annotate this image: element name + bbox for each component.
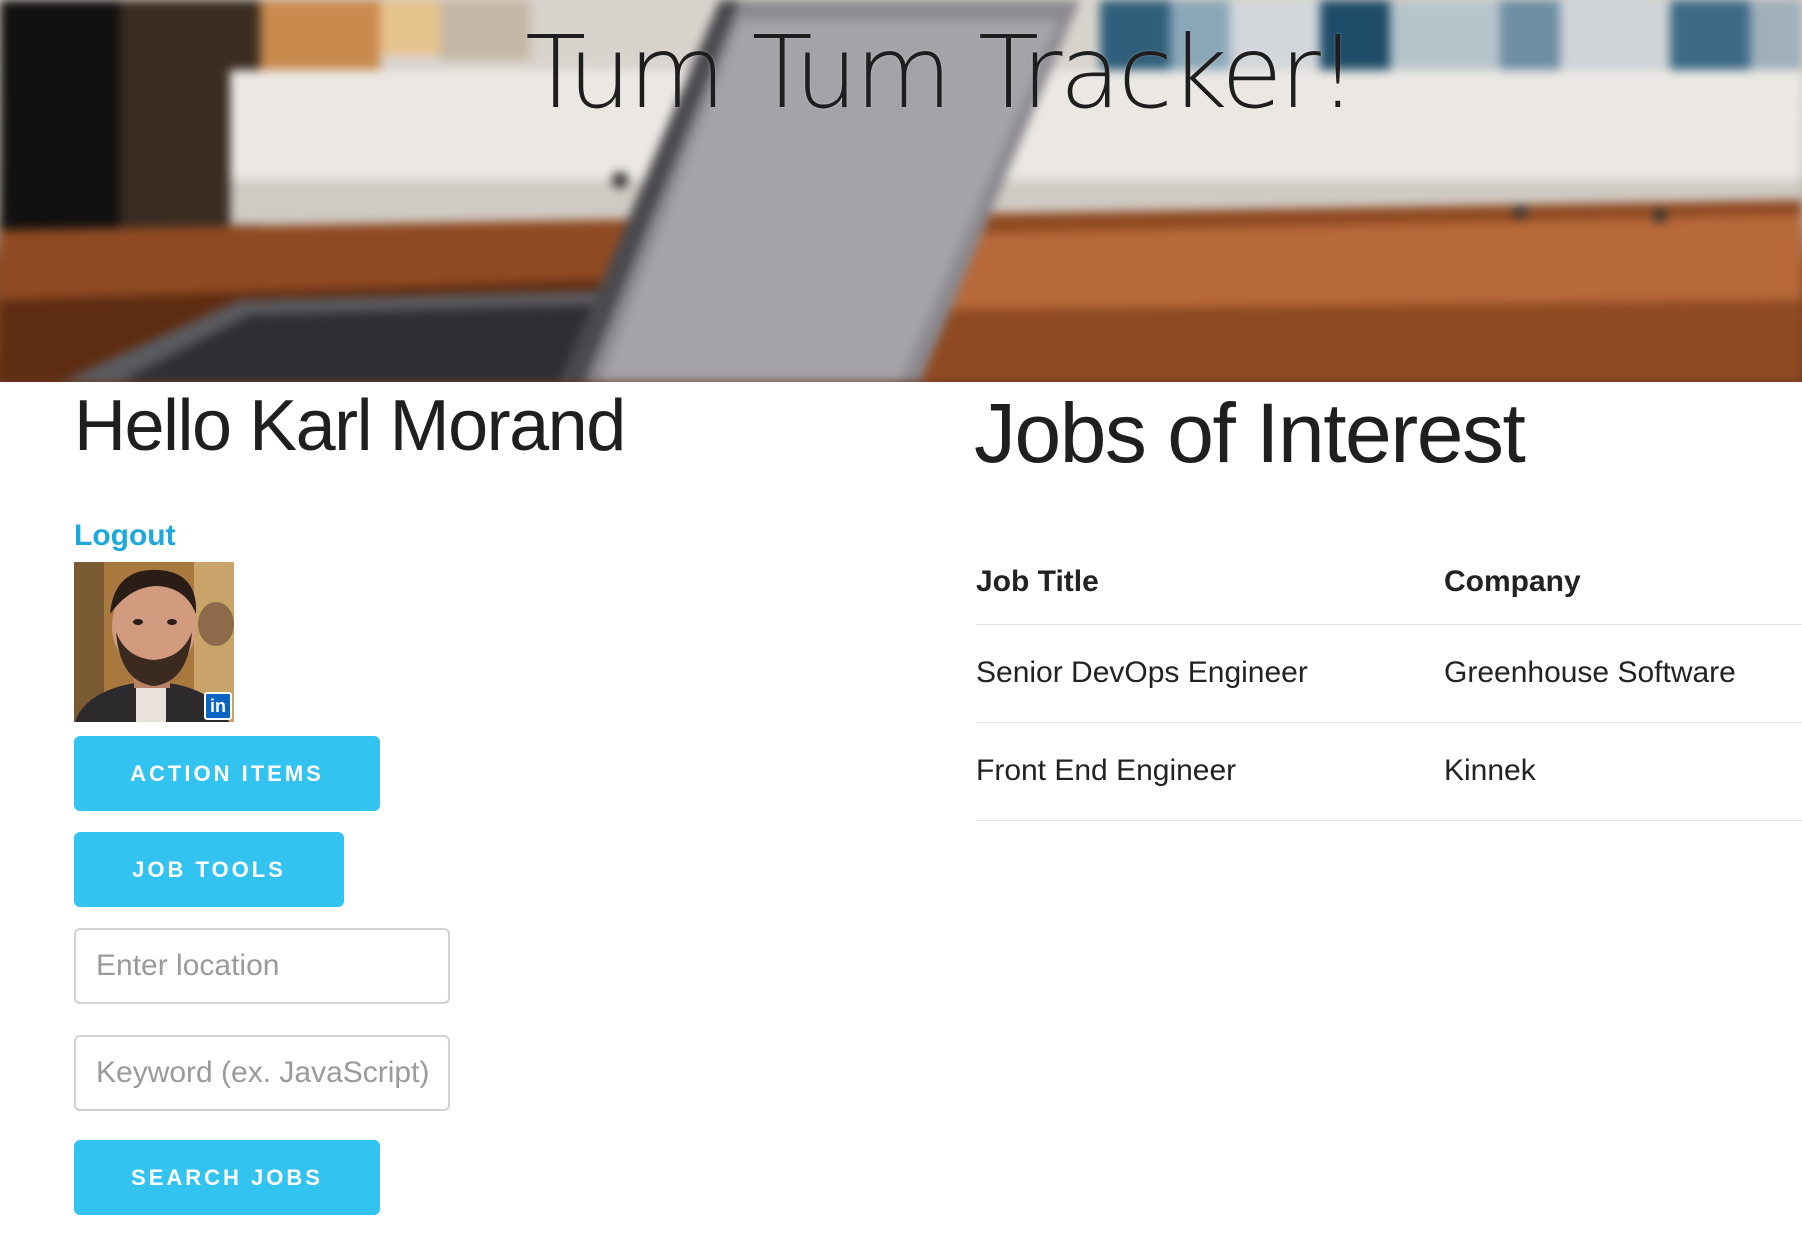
job-tools-button[interactable]: JOB TOOLS — [74, 832, 344, 907]
search-jobs-button[interactable]: SEARCH JOBS — [74, 1140, 380, 1215]
avatar: in — [74, 562, 234, 722]
hero-banner: Tum Tum Tracker! — [0, 0, 1802, 382]
column-header-job-title: Job Title — [976, 540, 1444, 625]
logout-link[interactable]: Logout — [74, 519, 176, 553]
company-cell: Greenhouse Software — [1444, 624, 1802, 723]
table-header-row: Job Title Company — [976, 540, 1802, 625]
linkedin-badge-text: in — [210, 696, 226, 716]
table-row[interactable]: Senior DevOps Engineer Greenhouse Softwa… — [976, 624, 1802, 723]
linkedin-icon: in — [204, 692, 232, 720]
keyword-input[interactable] — [74, 1035, 450, 1111]
table-row[interactable]: Front End Engineer Kinnek — [976, 722, 1802, 821]
action-items-button[interactable]: ACTION ITEMS — [74, 736, 380, 811]
jobs-of-interest-heading: Jobs of Interest — [974, 386, 1526, 480]
location-input[interactable] — [74, 928, 450, 1004]
jobs-table: Job Title Company Senior DevOps Engineer… — [976, 540, 1802, 821]
greeting-heading: Hello Karl Morand — [74, 386, 626, 466]
company-cell: Kinnek — [1444, 722, 1802, 821]
job-title-cell: Senior DevOps Engineer — [976, 624, 1444, 723]
app-title: Tum Tum Tracker! — [525, 14, 1358, 131]
column-header-company: Company — [1444, 540, 1802, 625]
job-title-cell: Front End Engineer — [976, 722, 1444, 821]
